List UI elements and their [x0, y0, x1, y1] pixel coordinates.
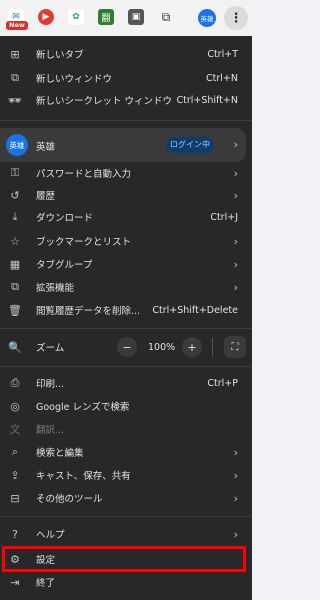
chevron-right-icon: › [233, 138, 238, 151]
print-icon: ⎙ [10, 376, 20, 389]
browser-toolbar: ✉ New ▶ ✿ 翻 ▣ ⧉ 英雄 ⋮ [0, 0, 252, 36]
divider [0, 516, 252, 517]
translate-icon: 文 [9, 423, 21, 436]
find-edit-label: 検索と編集 [36, 448, 84, 459]
menu-item-translate: 文 翻訳... [0, 417, 252, 441]
menu-item-incognito[interactable]: 🕶 新しいシークレット ウィンドウ Ctrl+Shift+N [0, 88, 252, 112]
extensions-label: 拡張機能 [36, 283, 75, 294]
menu-item-passwords[interactable]: ⚿ パスワードと自動入力 › [0, 161, 252, 185]
photos-icon[interactable]: ✿ [68, 9, 84, 25]
chevron-right-icon: › [233, 188, 238, 202]
star-icon: ☆ [10, 234, 20, 248]
menu-item-google-lens[interactable]: ◎ Google レンズで検索 [0, 394, 252, 418]
divider [0, 120, 252, 121]
menu-item-zoom: 🔍 ズーム − 100% + ⛶ [0, 334, 252, 360]
new-badge: New [6, 21, 28, 30]
menu-item-bookmarks[interactable]: ☆ ブックマークとリスト › [0, 229, 252, 253]
new-tab-shortcut: Ctrl+T [207, 48, 238, 60]
zoom-label: ズーム [36, 343, 65, 354]
profile-avatar-button[interactable]: 英雄 [198, 9, 216, 27]
zoom-in-button[interactable]: + [182, 337, 202, 357]
menu-item-cast-save-share[interactable]: ⇪ キャスト、保存、共有 › [0, 463, 252, 487]
tab-groups-label: タブグループ [36, 260, 93, 271]
cast-save-share-label: キャスト、保存、共有 [36, 471, 131, 482]
tab-groups-icon: ▦ [9, 257, 21, 271]
find-edit-icon: ⌕ [11, 445, 19, 458]
exit-icon: ⇥ [10, 575, 20, 589]
extension-icon-dark[interactable]: ▣ [128, 9, 144, 25]
menu-item-downloads[interactable]: ⤓ ダウンロード Ctrl+J [0, 205, 252, 229]
menu-item-history[interactable]: ↺ 履歴 › [0, 183, 252, 207]
incognito-shortcut: Ctrl+Shift+N [176, 94, 238, 106]
incognito-icon: 🕶 [8, 93, 22, 107]
zoom-value: 100% [148, 341, 176, 353]
menu-item-extensions[interactable]: ⧉ 拡張機能 › [0, 275, 252, 299]
menu-item-tab-groups[interactable]: ▦ タブグループ › [0, 252, 252, 276]
history-label: 履歴 [36, 191, 56, 202]
google-lens-icon: ◎ [10, 399, 20, 413]
print-shortcut: Ctrl+P [207, 377, 238, 389]
new-window-icon: ⧉ [11, 71, 19, 84]
download-icon: ⤓ [12, 210, 18, 223]
profile-avatar: 英雄 [6, 134, 28, 156]
new-window-shortcut: Ctrl+N [206, 72, 238, 84]
chevron-right-icon: › [233, 445, 238, 459]
profile-name: 英雄 [36, 142, 56, 153]
menu-item-more-tools[interactable]: ⊟ その他のツール › [0, 486, 252, 510]
google-lens-label: Google レンズで検索 [36, 402, 130, 413]
chrome-main-menu: ⊞ 新しいタブ Ctrl+T ⧉ 新しいウィンドウ Ctrl+N 🕶 新しいシー… [0, 36, 252, 600]
downloads-shortcut: Ctrl+J [210, 211, 238, 223]
chevron-right-icon: › [233, 280, 238, 294]
chevron-right-icon: › [233, 468, 238, 482]
passwords-label: パスワードと自動入力 [36, 169, 132, 180]
puzzle-icon: ⧉ [11, 280, 19, 293]
toolbox-icon: ⊟ [10, 491, 20, 505]
chevron-right-icon: › [233, 491, 238, 505]
new-window-label: 新しいウィンドウ [36, 74, 113, 85]
divider [0, 328, 252, 329]
extension-app-icon[interactable]: 翻 [98, 9, 114, 25]
chevron-right-icon: › [233, 166, 238, 180]
zoom-out-button[interactable]: − [117, 337, 137, 357]
chevron-right-icon: › [233, 234, 238, 248]
kebab-menu-button[interactable]: ⋮ [224, 6, 248, 30]
new-tab-icon: ⊞ [10, 47, 20, 61]
divider [0, 366, 252, 367]
fullscreen-button[interactable]: ⛶ [224, 336, 246, 358]
menu-item-clear-data[interactable]: 🗑 閲覧履歴データを削除... Ctrl+Shift+Delete [0, 298, 252, 322]
trash-icon: 🗑 [8, 303, 22, 317]
print-label: 印刷... [36, 379, 65, 390]
history-icon: ↺ [10, 188, 20, 202]
help-icon: ? [12, 527, 18, 541]
exit-label: 終了 [36, 578, 56, 589]
menu-item-help[interactable]: ? ヘルプ › [0, 522, 252, 546]
clear-data-label: 閲覧履歴データを削除... [36, 306, 141, 317]
new-tab-label: 新しいタブ [36, 50, 84, 61]
puzzle-icon[interactable]: ⧉ [158, 9, 174, 25]
signed-in-badge: ログイン中 [166, 137, 214, 153]
key-icon: ⚿ [10, 166, 20, 179]
chevron-right-icon: › [233, 257, 238, 271]
profile-row[interactable]: 英雄 英雄 ログイン中 › [0, 128, 246, 162]
zoom-icon: 🔍 [8, 340, 22, 354]
incognito-label: 新しいシークレット ウィンドウ [36, 96, 173, 107]
zoom-separator [212, 338, 213, 356]
menu-item-find-edit[interactable]: ⌕ 検索と編集 › [0, 440, 252, 464]
menu-item-new-tab[interactable]: ⊞ 新しいタブ Ctrl+T [0, 42, 252, 66]
chevron-right-icon: › [233, 527, 238, 541]
clear-data-shortcut: Ctrl+Shift+Delete [152, 304, 238, 316]
menu-item-exit[interactable]: ⇥ 終了 [0, 570, 252, 594]
share-icon: ⇪ [10, 468, 20, 482]
bookmarks-label: ブックマークとリスト [36, 237, 132, 248]
help-label: ヘルプ [36, 530, 65, 541]
downloads-label: ダウンロード [36, 213, 94, 224]
youtube-icon[interactable]: ▶ [38, 9, 54, 25]
highlight-box [2, 546, 246, 572]
more-tools-label: その他のツール [36, 494, 103, 505]
translate-label: 翻訳... [36, 425, 65, 436]
menu-item-print[interactable]: ⎙ 印刷... Ctrl+P [0, 371, 252, 395]
menu-item-new-window[interactable]: ⧉ 新しいウィンドウ Ctrl+N [0, 66, 252, 90]
